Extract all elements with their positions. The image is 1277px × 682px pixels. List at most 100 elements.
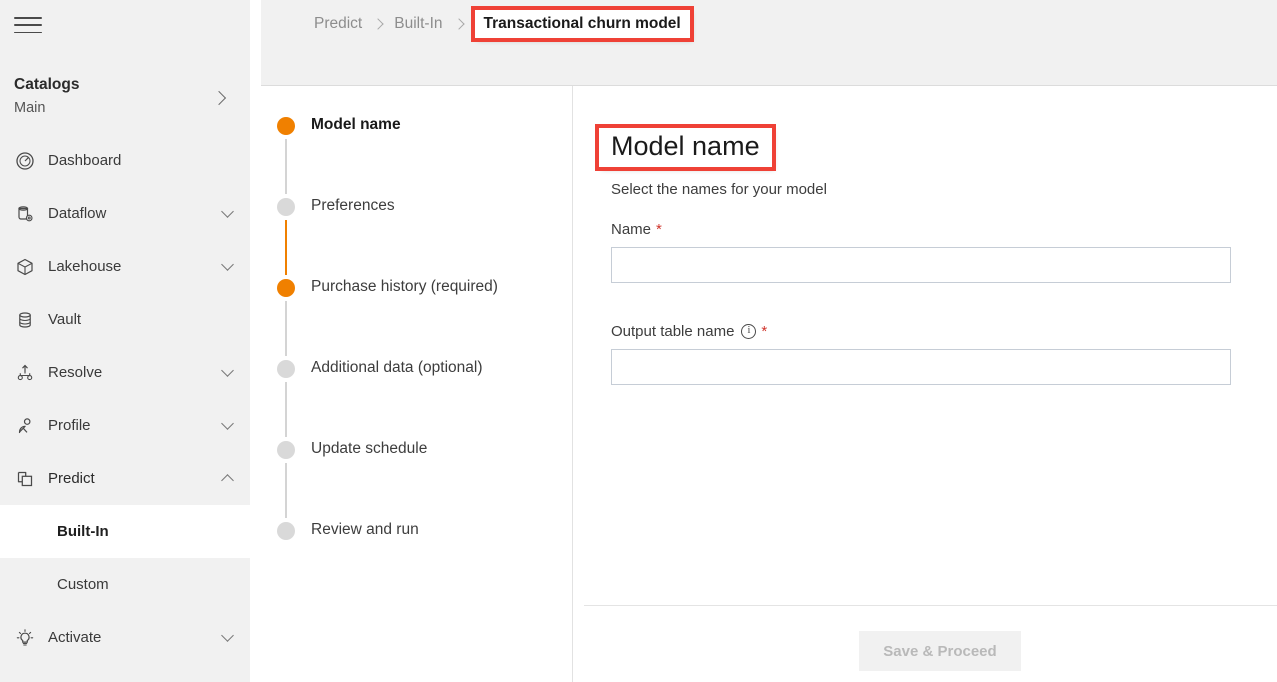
sidebar-nav: Dashboard Dataflow Lakehouse Vault Resol… (0, 134, 250, 682)
step-model-name[interactable]: Model name (261, 113, 572, 194)
sidebar-item-profile[interactable]: Profile (0, 399, 250, 452)
step-connector (285, 463, 287, 518)
step-review-and-run[interactable]: Review and run (261, 518, 572, 599)
topbar: Predict Built-In Transactional churn mod… (261, 0, 1277, 86)
required-asterisk: * (656, 221, 662, 239)
info-icon[interactable]: i (741, 324, 757, 340)
form-panel: Model name Select the names for your mod… (573, 86, 1277, 682)
step-dot-icon (277, 117, 295, 135)
gauge-icon (14, 150, 36, 172)
step-purchase-history[interactable]: Purchase history (required) (261, 275, 572, 356)
form-footer: Save & Proceed (584, 605, 1277, 682)
step-marker (261, 113, 311, 194)
step-label: Review and run (311, 521, 419, 538)
name-field-label: Name * (611, 221, 1277, 238)
body-area: Model name Preferences Purchase history … (261, 86, 1277, 682)
step-connector (285, 382, 287, 437)
merge-arrow-icon (14, 362, 36, 384)
name-label-text: Name (611, 221, 652, 239)
breadcrumb-item-current[interactable]: Transactional churn model (470, 6, 694, 42)
sidebar-item-lakehouse[interactable]: Lakehouse (0, 240, 250, 293)
name-input[interactable] (611, 247, 1231, 284)
step-connector (285, 220, 287, 275)
breadcrumb-item-predict[interactable]: Predict (314, 15, 362, 33)
cube-icon (14, 256, 36, 278)
sidebar-item-activate[interactable]: Activate (0, 611, 250, 664)
breadcrumb-item-built-in[interactable]: Built-In (394, 15, 442, 33)
step-dot-icon (277, 279, 295, 297)
database-gear-icon (14, 203, 36, 225)
sidebar-item-label: Lakehouse (48, 258, 122, 276)
step-dot-icon (277, 441, 295, 459)
breadcrumb: Predict Built-In Transactional churn mod… (314, 6, 694, 42)
step-dot-icon (277, 360, 295, 378)
wizard-stepper: Model name Preferences Purchase history … (261, 86, 573, 682)
database-stack-icon (14, 309, 36, 331)
output-table-name-label: Output table name i * (611, 323, 1277, 340)
sidebar-item-label: Predict (48, 470, 95, 488)
save-and-proceed-button[interactable]: Save & Proceed (859, 631, 1021, 671)
chevron-down-icon[interactable] (221, 364, 234, 378)
app-root: Catalogs Main Dashboard Dataflow Lakehou… (0, 0, 1277, 682)
step-dot-icon (277, 198, 295, 216)
step-marker (261, 437, 311, 518)
sidebar-subitem-label: Custom (57, 576, 109, 594)
hamburger-bar (14, 31, 42, 33)
sidebar-item-dashboard[interactable]: Dashboard (0, 134, 250, 187)
step-connector (285, 139, 287, 194)
person-icon (14, 415, 36, 437)
sidebar-item-custom[interactable]: Custom (0, 558, 250, 611)
output-label-text: Output table name (611, 323, 735, 341)
sidebar-item-label: Dataflow (48, 205, 107, 223)
hamburger-icon[interactable] (14, 15, 42, 35)
step-marker (261, 275, 311, 356)
sidebar-item-resolve[interactable]: Resolve (0, 346, 250, 399)
chevron-down-icon[interactable] (221, 417, 234, 431)
chevron-right-icon[interactable] (211, 90, 227, 106)
required-asterisk: * (761, 323, 768, 341)
page-title: Model name (595, 123, 776, 172)
step-update-schedule[interactable]: Update schedule (261, 437, 572, 518)
step-label: Purchase history (required) (311, 278, 498, 295)
step-preferences[interactable]: Preferences (261, 194, 572, 275)
output-table-name-input[interactable] (611, 349, 1231, 386)
step-connector (285, 301, 287, 356)
sidebar-item-label: Dashboard (48, 152, 122, 170)
page-subtitle: Select the names for your model (611, 181, 827, 199)
sidebar-item-predict[interactable]: Predict (0, 452, 250, 505)
step-additional-data[interactable]: Additional data (optional) (261, 356, 572, 437)
step-label: Additional data (optional) (311, 359, 483, 376)
field-name: Name * (611, 221, 1277, 284)
field-output-table-name: Output table name i * (611, 323, 1277, 386)
sidebar-item-dataflow[interactable]: Dataflow (0, 187, 250, 240)
catalogs-text: Catalogs Main (14, 75, 79, 118)
hamburger-bar (14, 17, 42, 19)
step-label: Update schedule (311, 440, 428, 457)
step-dot-icon (277, 522, 295, 540)
step-marker (261, 356, 311, 437)
catalogs-selector[interactable]: Catalogs Main (0, 75, 250, 118)
sidebar-subitem-label: Built-In (57, 523, 109, 541)
step-marker (261, 518, 311, 540)
catalogs-selected-value: Main (14, 99, 46, 116)
chevron-right-icon (452, 18, 465, 30)
chevron-right-icon (372, 18, 384, 30)
sidebar-item-empower[interactable]: Empower (0, 664, 250, 682)
sidebar-item-vault[interactable]: Vault (0, 293, 250, 346)
catalogs-title: Catalogs (14, 76, 80, 93)
sidebar-item-label: Resolve (48, 364, 103, 382)
copy-squares-icon (14, 468, 36, 490)
step-marker (261, 194, 311, 275)
chevron-down-icon[interactable] (221, 629, 234, 643)
hamburger-bar (14, 24, 42, 26)
step-label: Model name (311, 116, 401, 133)
sidebar: Catalogs Main Dashboard Dataflow Lakehou… (0, 0, 250, 682)
sidebar-item-built-in[interactable]: Built-In (0, 505, 250, 559)
chevron-down-icon[interactable] (221, 258, 234, 272)
sidebar-item-label: Vault (48, 311, 82, 329)
lightbulb-icon (14, 627, 36, 649)
sidebar-item-label: Activate (48, 629, 102, 647)
main-content: Predict Built-In Transactional churn mod… (261, 0, 1277, 682)
chevron-down-icon[interactable] (221, 205, 234, 219)
chevron-up-icon[interactable] (221, 474, 234, 488)
